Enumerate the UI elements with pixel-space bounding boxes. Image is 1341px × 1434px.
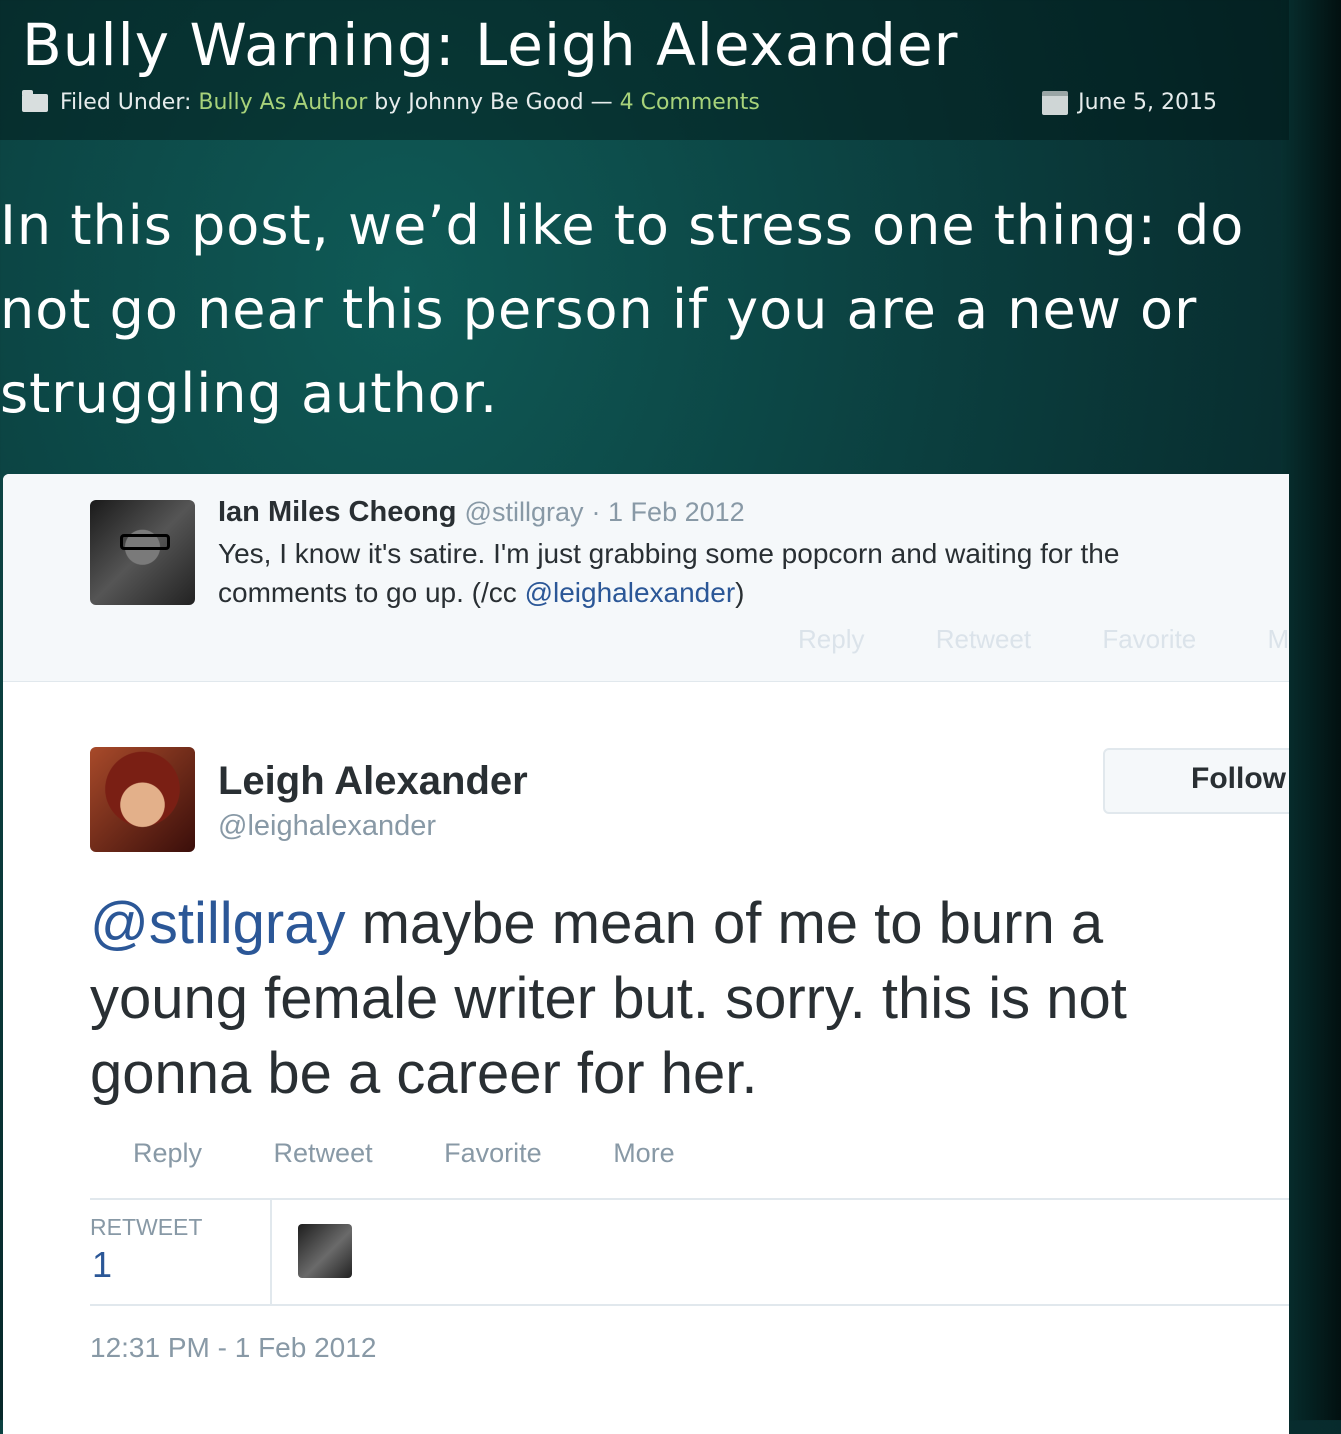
- main-tweet-text: @stillgray maybe mean of me to burn a yo…: [90, 886, 1270, 1111]
- follow-button[interactable]: Follow: [1103, 748, 1289, 814]
- date-text: June 5, 2015: [1078, 90, 1217, 115]
- retweet-count[interactable]: 1: [92, 1244, 112, 1286]
- parent-more-button[interactable]: Mo: [1268, 624, 1290, 654]
- category-link[interactable]: Bully As Author: [198, 90, 367, 115]
- filed-under-label: Filed Under:: [60, 90, 192, 115]
- parent-favorite-button[interactable]: Favorite: [1102, 624, 1196, 654]
- parent-author-handle[interactable]: @stillgray: [465, 497, 584, 527]
- parent-reply-button[interactable]: Reply: [798, 624, 864, 654]
- tweet-timestamp[interactable]: 12:31 PM - 1 Feb 2012: [90, 1332, 376, 1364]
- parent-tweet-text: Yes, I know it's satire. I'm just grabbi…: [218, 534, 1228, 612]
- post-intro: In this post, we’d like to stress one th…: [0, 194, 1245, 425]
- author-name: Johnny Be Good: [408, 90, 584, 115]
- retweet-count-label: RETWEET: [90, 1214, 203, 1240]
- post-header: Bully Warning: Leigh Alexander Filed Und…: [0, 0, 1289, 140]
- meta-separator: —: [590, 90, 613, 115]
- parent-tweet-actions: Reply Retweet Favorite Mo: [798, 624, 1289, 655]
- parent-retweet-button[interactable]: Retweet: [936, 624, 1031, 654]
- more-button[interactable]: More: [613, 1138, 675, 1168]
- post-date: June 5, 2015: [1042, 90, 1217, 115]
- stats-divider: [270, 1200, 272, 1304]
- main-author-name[interactable]: Leigh Alexander: [218, 759, 528, 804]
- reply-button[interactable]: Reply: [133, 1138, 202, 1168]
- by-label: by: [374, 90, 402, 115]
- mention-link[interactable]: @leighalexander: [525, 577, 736, 608]
- parent-author-name[interactable]: Ian Miles Cheong: [218, 496, 456, 528]
- tweet-stats: RETWEET 1: [90, 1198, 1289, 1306]
- main-author-handle[interactable]: @leighalexander: [218, 810, 436, 843]
- favorite-button[interactable]: Favorite: [444, 1138, 542, 1168]
- parent-text-after: ): [735, 577, 745, 608]
- mention-link[interactable]: @stillgray: [90, 891, 345, 956]
- comments-link[interactable]: 4 Comments: [620, 90, 760, 115]
- calendar-icon: [1042, 90, 1069, 115]
- ian-avatar[interactable]: [90, 500, 195, 605]
- retweeter-avatar[interactable]: [298, 1224, 352, 1278]
- parent-tweet: Ian Miles Cheong @stillgray · 1 Feb 2012…: [3, 474, 1289, 682]
- main-tweet-actions: Reply Retweet Favorite More: [133, 1138, 739, 1169]
- parent-tweet-time[interactable]: · 1 Feb 2012: [592, 497, 745, 527]
- retweet-button[interactable]: Retweet: [274, 1138, 373, 1168]
- post-meta: Filed Under: Bully As Author by Johnny B…: [22, 89, 760, 115]
- tweet-embed: Ian Miles Cheong @stillgray · 1 Feb 2012…: [3, 474, 1289, 1434]
- leigh-avatar[interactable]: [90, 747, 195, 852]
- parent-tweet-header: Ian Miles Cheong @stillgray · 1 Feb 2012: [218, 496, 745, 529]
- post-title[interactable]: Bully Warning: Leigh Alexander: [22, 10, 959, 80]
- folder-icon: [22, 89, 48, 112]
